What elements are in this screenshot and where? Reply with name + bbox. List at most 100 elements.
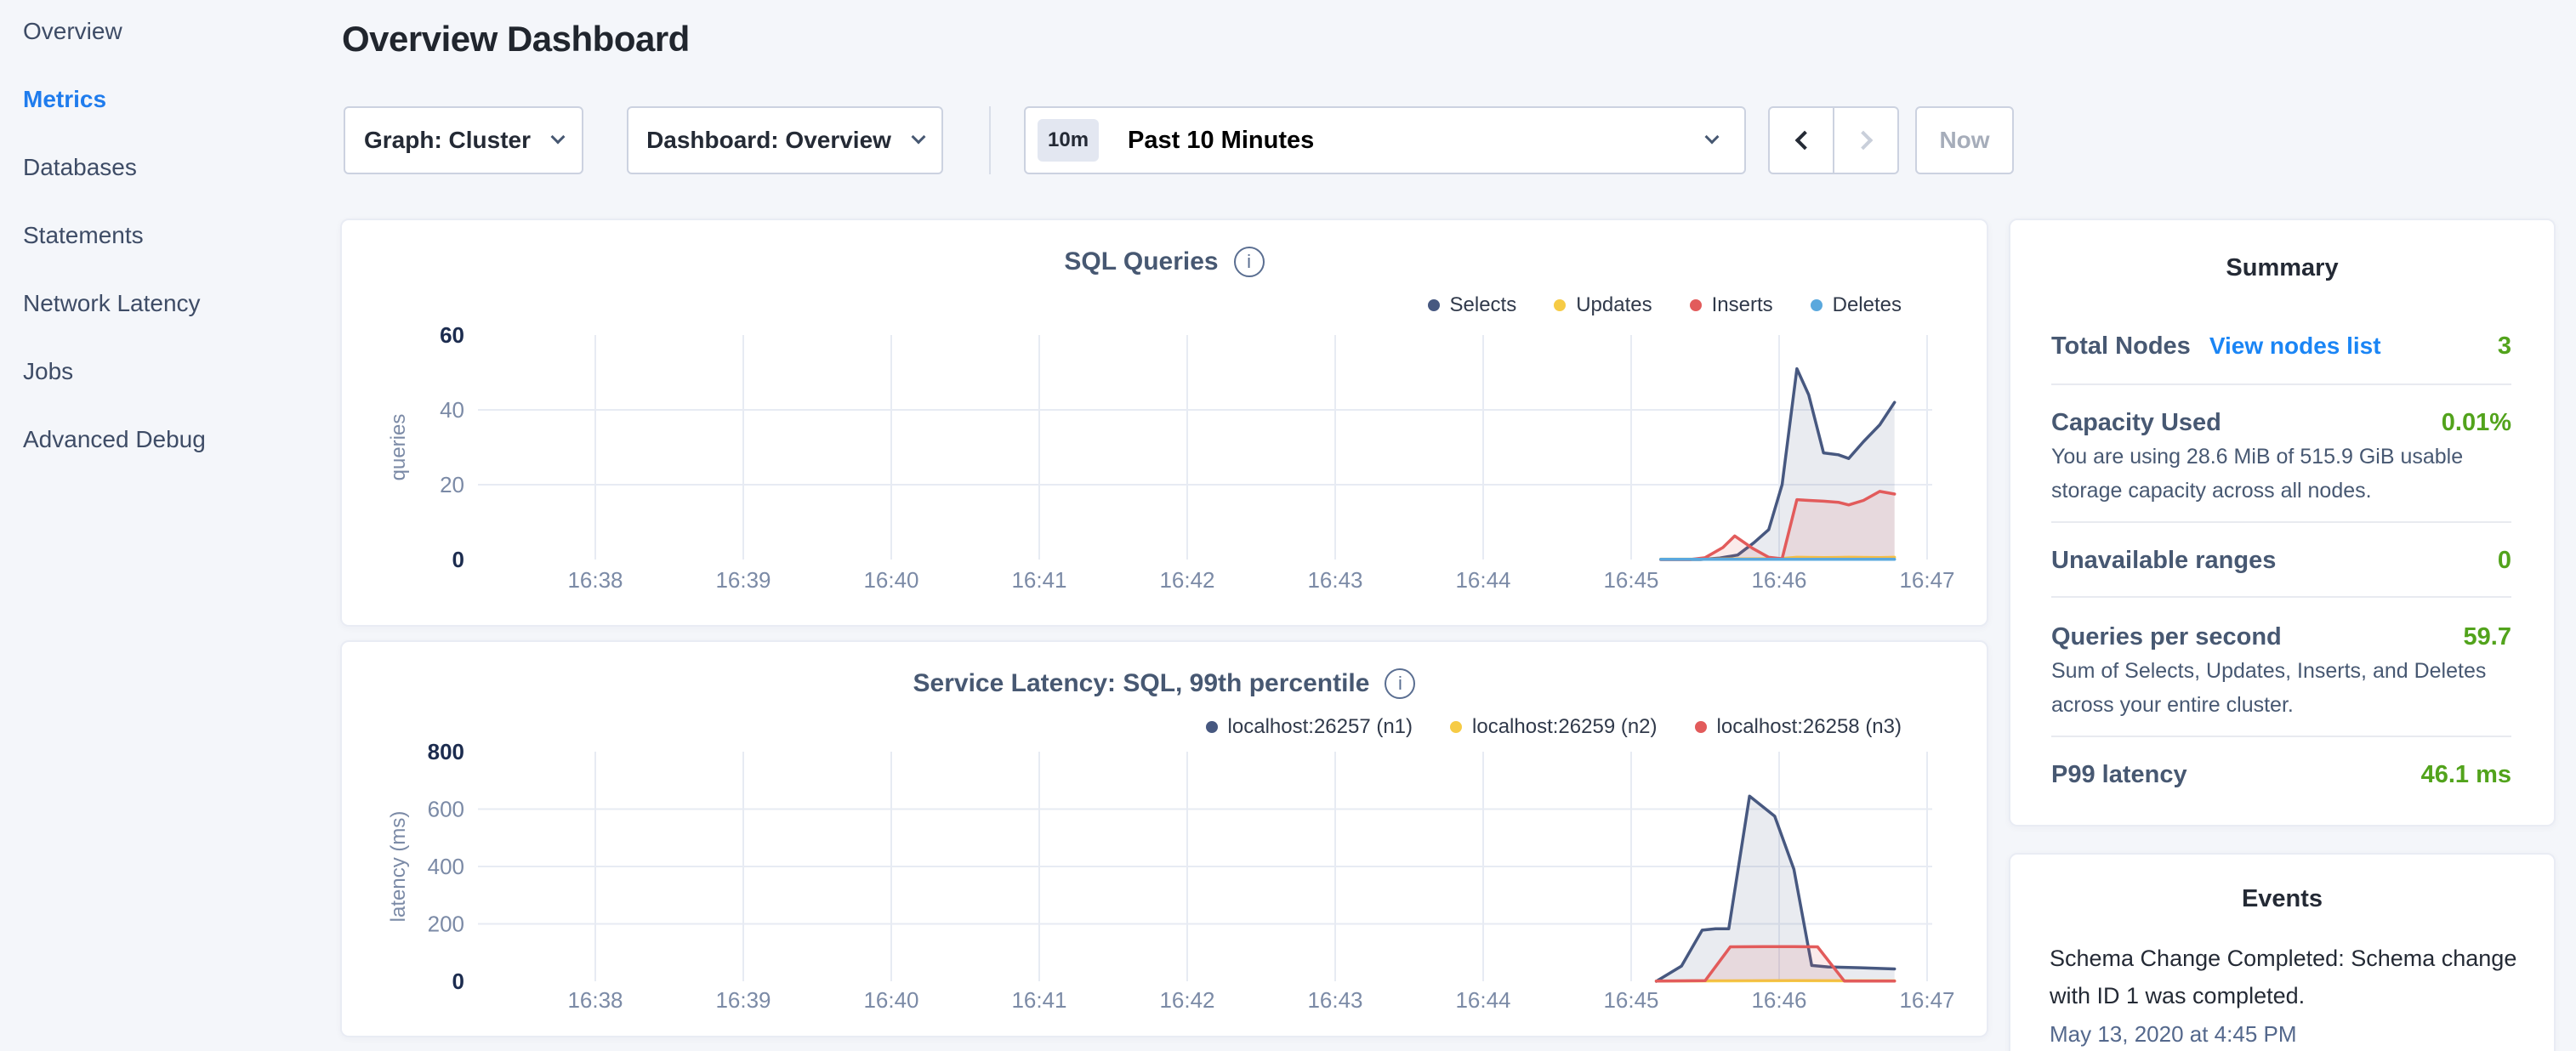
- chevron-down-icon: [911, 130, 925, 145]
- summary-label: Queries per second: [2051, 623, 2282, 651]
- events-title: Events: [2010, 885, 2554, 913]
- chart-title: SQL Queries: [1064, 247, 1218, 276]
- legend-label: localhost:26257 (n1): [1228, 715, 1413, 739]
- main-content: Overview Dashboard Graph: Cluster Dashbo…: [340, 0, 1988, 1051]
- legend-label: Deletes: [1833, 293, 1902, 317]
- svg-text:latency (ms): latency (ms): [387, 811, 410, 923]
- chevron-left-icon: [1794, 131, 1814, 151]
- sql-queries-plot[interactable]: 16:3816:3916:4016:4116:4216:4316:4416:45…: [342, 220, 1987, 625]
- legend-item[interactable]: localhost:26258 (n3): [1695, 715, 1902, 739]
- right-panel: Summary Total Nodes View nodes list 3 Ca…: [2009, 219, 2556, 1051]
- svg-text:16:40: 16:40: [863, 987, 918, 1013]
- service-latency-chart-card: 16:3816:3916:4016:4116:4216:4316:4416:45…: [340, 640, 1988, 1037]
- svg-text:800: 800: [428, 739, 464, 764]
- chevron-down-icon: [551, 130, 566, 145]
- summary-row-total-nodes: Total Nodes View nodes list 3: [2051, 329, 2511, 363]
- divider: [2051, 521, 2511, 523]
- summary-title: Summary: [2010, 254, 2554, 282]
- svg-text:60: 60: [440, 322, 464, 348]
- sidebar-item-jobs[interactable]: Jobs: [0, 338, 340, 406]
- legend-label: localhost:26259 (n2): [1472, 715, 1657, 739]
- time-range-label: Past 10 Minutes: [1128, 127, 1314, 155]
- svg-text:200: 200: [428, 912, 464, 937]
- svg-text:600: 600: [428, 797, 464, 822]
- svg-text:16:38: 16:38: [567, 987, 623, 1013]
- service-latency-plot[interactable]: 16:3816:3916:4016:4116:4216:4316:4416:45…: [342, 642, 1987, 1036]
- chart-legend: localhost:26257 (n1) localhost:26259 (n2)…: [1206, 715, 1902, 739]
- legend-label: localhost:26258 (n3): [1717, 715, 1902, 739]
- summary-value: 0: [2498, 547, 2511, 575]
- svg-text:40: 40: [440, 397, 464, 423]
- legend-item[interactable]: localhost:26259 (n2): [1450, 715, 1657, 739]
- time-pager: [1768, 106, 1899, 174]
- summary-row-unavailable-ranges: Unavailable ranges 0: [2051, 543, 2511, 577]
- chart-title-row: Service Latency: SQL, 99th percentile i: [342, 668, 1987, 699]
- summary-label: Capacity Used: [2051, 409, 2221, 437]
- svg-text:16:45: 16:45: [1603, 567, 1658, 593]
- sidebar: Overview Metrics Databases Statements Ne…: [0, 0, 340, 474]
- svg-text:16:40: 16:40: [863, 567, 918, 593]
- summary-label: Total Nodes: [2051, 332, 2191, 361]
- info-icon[interactable]: i: [1385, 668, 1415, 699]
- sidebar-item-network-latency[interactable]: Network Latency: [0, 270, 340, 338]
- svg-text:20: 20: [440, 472, 464, 497]
- graph-dropdown[interactable]: Graph: Cluster: [344, 106, 583, 174]
- legend-dot-icon: [1428, 299, 1440, 311]
- sidebar-item-statements[interactable]: Statements: [0, 202, 340, 270]
- time-range-selector[interactable]: 10m Past 10 Minutes: [1024, 106, 1746, 174]
- legend-dot-icon: [1206, 721, 1218, 733]
- svg-text:16:44: 16:44: [1455, 987, 1510, 1013]
- chart-title-row: SQL Queries i: [342, 247, 1987, 277]
- summary-label: Unavailable ranges: [2051, 547, 2276, 575]
- svg-text:16:41: 16:41: [1011, 567, 1066, 593]
- divider: [989, 106, 991, 174]
- time-forward-button[interactable]: [1834, 106, 1899, 174]
- svg-text:16:41: 16:41: [1011, 987, 1066, 1013]
- summary-row-queries-per-second: Queries per second 59.7: [2051, 620, 2511, 654]
- now-button[interactable]: Now: [1915, 106, 2014, 174]
- summary-value: 59.7: [2464, 623, 2511, 651]
- summary-value: 46.1 ms: [2421, 761, 2511, 789]
- sql-queries-chart-card: 16:3816:3916:4016:4116:4216:4316:4416:45…: [340, 219, 1988, 627]
- svg-text:400: 400: [428, 854, 464, 879]
- dashboard-dropdown[interactable]: Dashboard: Overview: [627, 106, 943, 174]
- svg-text:16:43: 16:43: [1307, 567, 1362, 593]
- svg-text:16:46: 16:46: [1751, 987, 1806, 1013]
- svg-text:0: 0: [452, 969, 464, 994]
- time-back-button[interactable]: [1768, 106, 1834, 174]
- chevron-down-icon: [1705, 130, 1720, 145]
- svg-text:16:42: 16:42: [1159, 987, 1214, 1013]
- legend-item[interactable]: Deletes: [1811, 293, 1902, 317]
- chevron-right-icon: [1853, 131, 1873, 151]
- svg-text:16:47: 16:47: [1899, 567, 1954, 593]
- legend-item[interactable]: localhost:26257 (n1): [1206, 715, 1413, 739]
- chart-legend: Selects Updates Inserts Deletes: [1428, 293, 1902, 317]
- summary-row-capacity-used: Capacity Used 0.01%: [2051, 406, 2511, 440]
- sidebar-item-overview[interactable]: Overview: [0, 0, 340, 65]
- summary-value: 0.01%: [2442, 409, 2511, 437]
- svg-text:16:47: 16:47: [1899, 987, 1954, 1013]
- view-nodes-list-link[interactable]: View nodes list: [2209, 332, 2381, 360]
- time-range-badge: 10m: [1038, 119, 1099, 162]
- svg-text:16:38: 16:38: [567, 567, 623, 593]
- divider: [2051, 596, 2511, 598]
- legend-dot-icon: [1450, 721, 1462, 733]
- legend-dot-icon: [1811, 299, 1823, 311]
- legend-item[interactable]: Inserts: [1690, 293, 1773, 317]
- legend-dot-icon: [1695, 721, 1707, 733]
- legend-item[interactable]: Updates: [1554, 293, 1652, 317]
- event-timestamp: May 13, 2020 at 4:45 PM: [2050, 1021, 2297, 1048]
- svg-text:16:39: 16:39: [715, 987, 771, 1013]
- sidebar-item-advanced-debug[interactable]: Advanced Debug: [0, 406, 340, 474]
- legend-item[interactable]: Selects: [1428, 293, 1517, 317]
- sidebar-item-databases[interactable]: Databases: [0, 134, 340, 202]
- info-icon[interactable]: i: [1234, 247, 1265, 277]
- svg-text:16:45: 16:45: [1603, 987, 1658, 1013]
- summary-description: You are using 28.6 MiB of 515.9 GiB usab…: [2051, 440, 2517, 508]
- event-item: Schema Change Completed: Schema change w…: [2050, 940, 2526, 1014]
- divider: [2051, 383, 2511, 385]
- sidebar-item-metrics[interactable]: Metrics: [0, 65, 340, 134]
- legend-dot-icon: [1690, 299, 1702, 311]
- legend-label: Inserts: [1712, 293, 1773, 317]
- summary-label: P99 latency: [2051, 761, 2187, 789]
